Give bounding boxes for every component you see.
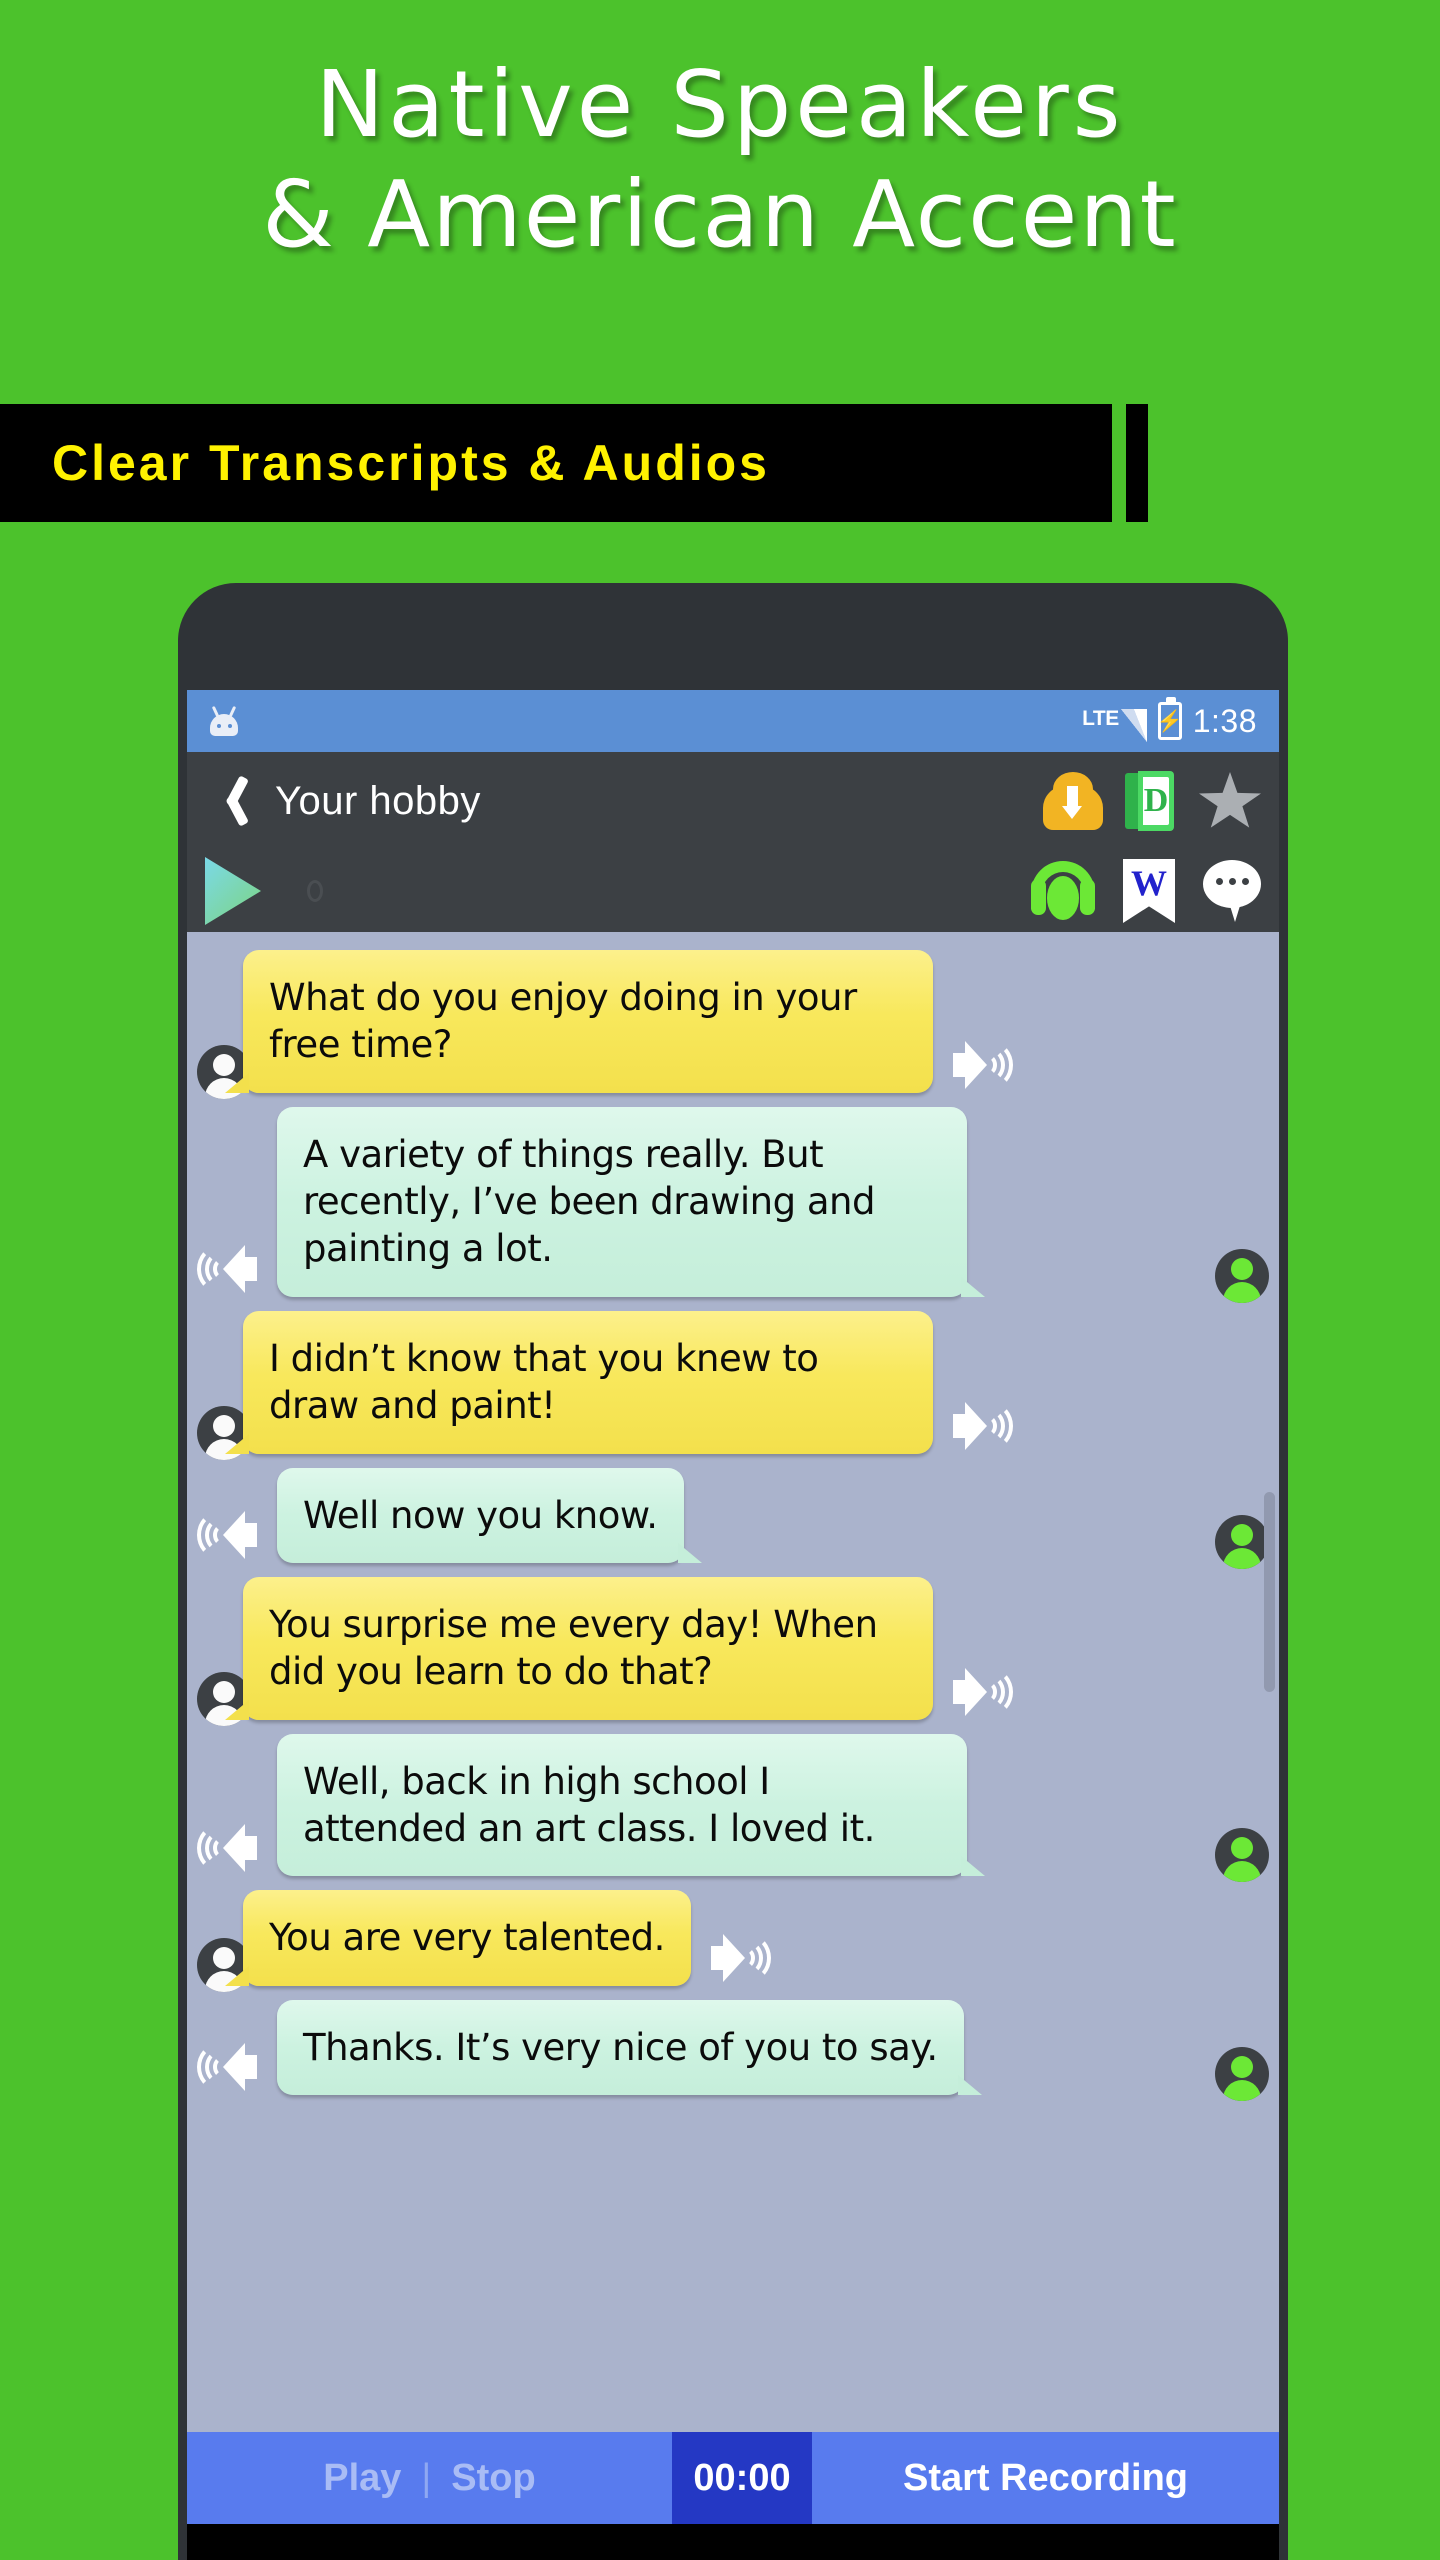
status-bar-right: LTE ⚡ 1:38 — [1082, 697, 1257, 742]
audio-toolbar: W — [187, 850, 1279, 932]
chat-bubble[interactable]: You are very talented. — [225, 1890, 691, 1987]
segment-separator: | — [421, 2456, 432, 2499]
promo-banner-tick — [1126, 404, 1148, 522]
promo-banner-body: Clear Transcripts & Audios — [0, 404, 1112, 522]
chat-message: Thanks. It’s very nice of you to say. — [187, 1999, 1279, 2102]
status-bar-clock: 1:38 — [1192, 702, 1257, 739]
start-recording-button[interactable]: Start Recording — [812, 2432, 1279, 2524]
promo-banner-gap — [1112, 404, 1126, 522]
chat-message: You surprise me every day! When did you … — [187, 1576, 1279, 1726]
promo-banner: Clear Transcripts & Audios — [0, 404, 1148, 522]
play-stop-segment[interactable]: Play | Stop — [187, 2432, 672, 2524]
page-title: Your hobby — [275, 778, 481, 823]
bookmark-w-icon[interactable]: W — [1123, 859, 1175, 923]
toolbar-actions: W — [1031, 859, 1261, 923]
headline-line-1: Native Speakers — [315, 51, 1125, 158]
chat-transcript[interactable]: What do you enjoy doing in your free tim… — [187, 932, 1279, 2432]
chat-bubble[interactable]: I didn’t know that you knew to draw and … — [225, 1310, 933, 1454]
back-chevron-icon[interactable] — [209, 774, 251, 828]
speaker-icon[interactable] — [197, 2039, 265, 2095]
headphones-icon[interactable] — [1031, 861, 1095, 921]
download-cloud-icon[interactable] — [1043, 772, 1103, 830]
chat-message: You are very talented. — [187, 1890, 1279, 1992]
seek-handle-icon[interactable] — [307, 880, 323, 902]
chat-message: Well, back in high school I attended an … — [187, 1733, 1279, 1883]
speaker-icon[interactable] — [197, 1507, 265, 1563]
network-label: LTE — [1082, 707, 1119, 730]
status-bar: LTE ⚡ 1:38 — [187, 690, 1279, 752]
play-triangle-icon[interactable] — [205, 857, 261, 925]
green-person-avatar — [1215, 1828, 1269, 1883]
dictionary-book-icon[interactable]: D — [1125, 771, 1177, 831]
recording-timer: 00:00 — [672, 2432, 812, 2524]
speaker-icon[interactable] — [197, 1820, 265, 1876]
audio-recorder-bar: Play | Stop 00:00 Start Recording — [187, 2432, 1279, 2524]
green-person-avatar — [1215, 1514, 1269, 1569]
chat-message: I didn’t know that you knew to draw and … — [187, 1310, 1279, 1460]
chat-message: What do you enjoy doing in your free tim… — [187, 950, 1279, 1099]
headline-line-2: & American Accent — [262, 160, 1178, 268]
phone-screen: LTE ⚡ 1:38 Your hobby D W What do you en… — [187, 690, 1279, 2560]
navigation-bar — [187, 2524, 1279, 2560]
chat-message: Well now you know. — [187, 1467, 1279, 1569]
green-person-avatar — [1215, 2047, 1269, 2102]
app-title-bar: Your hobby D — [187, 752, 1279, 850]
chat-bubble[interactable]: Well now you know. — [277, 1467, 701, 1564]
chat-bubble[interactable]: What do you enjoy doing in your free tim… — [225, 950, 933, 1093]
battery-charging-icon: ⚡ — [1157, 697, 1183, 740]
promo-banner-text: Clear Transcripts & Audios — [52, 435, 770, 491]
chat-bubble[interactable]: You surprise me every day! When did you … — [225, 1576, 933, 1720]
speaker-icon[interactable] — [197, 1241, 265, 1297]
title-bar-actions: D — [1043, 771, 1261, 831]
signal-bars-icon: LTE — [1082, 700, 1147, 742]
chat-bubble[interactable]: A variety of things really. But recently… — [277, 1106, 985, 1297]
speaker-icon[interactable] — [945, 1664, 1013, 1720]
chat-bubble[interactable]: Thanks. It’s very nice of you to say. — [277, 1999, 982, 2096]
speaker-icon[interactable] — [945, 1398, 1013, 1454]
chat-bubble[interactable]: Well, back in high school I attended an … — [277, 1733, 985, 1877]
speaker-icon[interactable] — [945, 1037, 1013, 1093]
speaker-icon[interactable] — [703, 1930, 771, 1986]
chat-message: A variety of things really. But recently… — [187, 1106, 1279, 1303]
android-robot-icon — [207, 705, 241, 736]
phone-mockup: LTE ⚡ 1:38 Your hobby D W What do you en… — [178, 583, 1288, 2560]
play-button[interactable]: Play — [323, 2457, 401, 2500]
chat-scrollbar-thumb[interactable] — [1264, 1492, 1275, 1692]
dictionary-letter: D — [1143, 782, 1169, 819]
favorite-star-icon[interactable] — [1199, 772, 1261, 830]
chat-bubble-icon[interactable] — [1203, 860, 1261, 922]
bookmark-letter: W — [1131, 863, 1167, 903]
green-person-avatar — [1215, 1248, 1269, 1303]
promo-headline: Native Speakers & American Accent — [0, 58, 1440, 262]
stop-button[interactable]: Stop — [451, 2457, 535, 2500]
